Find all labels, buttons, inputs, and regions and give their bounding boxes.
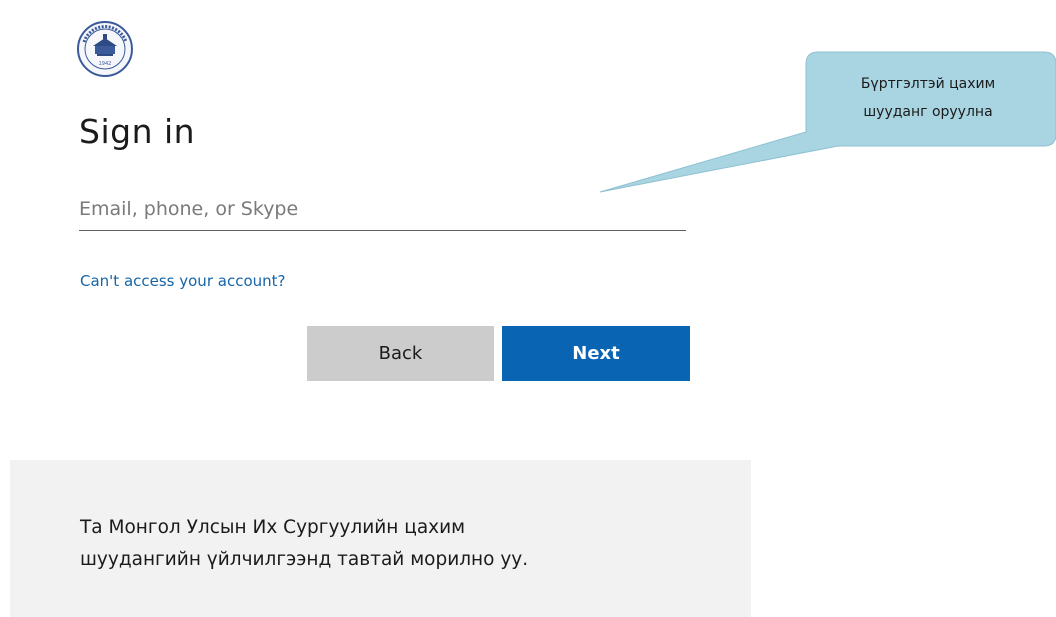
welcome-banner: Та Монгол Улсын Их Сургуулийн цахим шууд… bbox=[10, 460, 751, 617]
back-button[interactable]: Back bbox=[307, 326, 494, 381]
page-title: Sign in bbox=[79, 112, 196, 151]
svg-text:1942: 1942 bbox=[99, 61, 112, 67]
welcome-text: Та Монгол Улсын Их Сургуулийн цахим шууд… bbox=[80, 517, 529, 570]
callout-text: Бүртгэлтэй цахим шууданг оруулна bbox=[860, 76, 996, 120]
next-button[interactable]: Next bbox=[502, 326, 690, 381]
cant-access-account-link[interactable]: Can't access your account? bbox=[80, 272, 285, 290]
university-logo-icon: 1942 bbox=[77, 21, 133, 77]
email-input[interactable] bbox=[79, 187, 686, 231]
